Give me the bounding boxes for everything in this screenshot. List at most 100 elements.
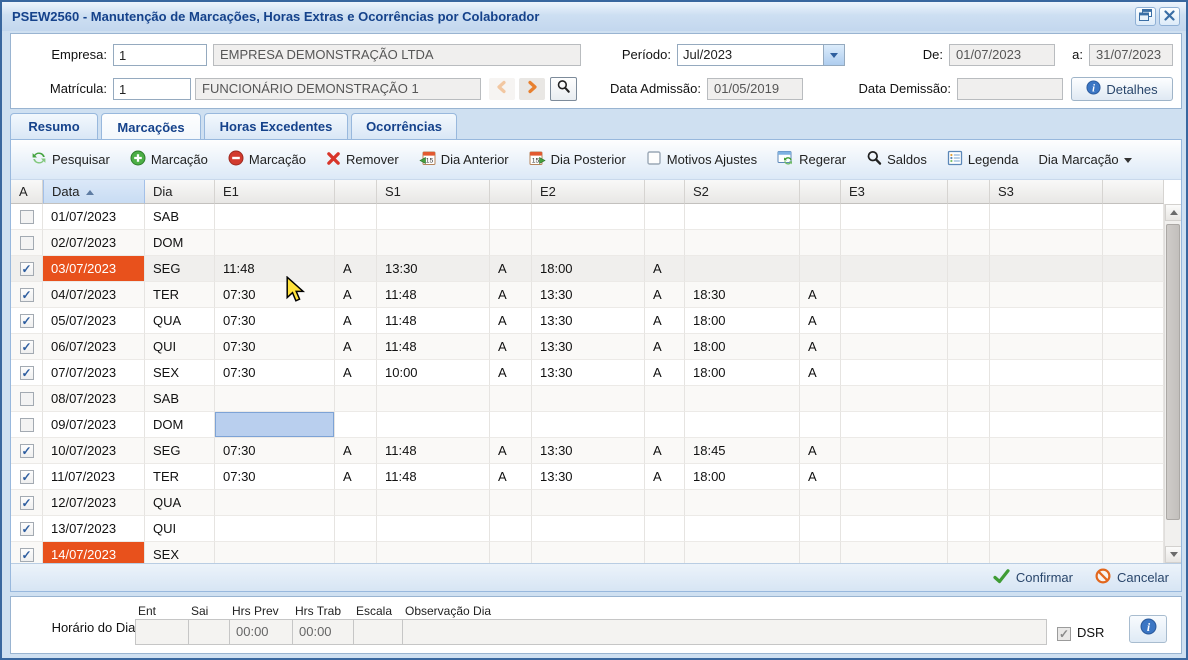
time-cell[interactable] bbox=[841, 386, 948, 412]
flag-cell[interactable] bbox=[948, 230, 990, 256]
time-cell[interactable]: 07:30 bbox=[215, 334, 335, 360]
flag-cell[interactable] bbox=[490, 230, 532, 256]
tab-horas-excedentes[interactable]: Horas Excedentes bbox=[204, 113, 348, 139]
restore-button[interactable] bbox=[1135, 7, 1156, 26]
flag-cell[interactable] bbox=[645, 542, 685, 563]
time-cell[interactable] bbox=[215, 386, 335, 412]
day-cell[interactable]: SEX bbox=[145, 542, 215, 563]
row-checkbox[interactable]: ✓ bbox=[20, 548, 34, 562]
time-cell[interactable] bbox=[685, 516, 800, 542]
time-cell[interactable]: 11:48 bbox=[377, 334, 490, 360]
flag-cell[interactable] bbox=[800, 542, 841, 563]
time-cell[interactable] bbox=[685, 542, 800, 563]
date-cell[interactable]: 09/07/2023 bbox=[43, 412, 145, 438]
remover-button[interactable]: Remover bbox=[316, 145, 409, 175]
flag-cell[interactable] bbox=[490, 516, 532, 542]
empresa-code-input[interactable] bbox=[113, 44, 207, 66]
date-cell[interactable]: 11/07/2023 bbox=[43, 464, 145, 490]
day-cell[interactable]: QUI bbox=[145, 334, 215, 360]
day-cell[interactable]: QUA bbox=[145, 490, 215, 516]
date-cell[interactable]: 03/07/2023 bbox=[43, 256, 145, 282]
day-cell[interactable]: QUA bbox=[145, 308, 215, 334]
flag-cell[interactable] bbox=[335, 230, 377, 256]
time-cell[interactable] bbox=[685, 490, 800, 516]
time-cell[interactable]: 07:30 bbox=[215, 360, 335, 386]
row-checkbox[interactable] bbox=[20, 392, 34, 406]
flag-cell[interactable] bbox=[800, 412, 841, 438]
time-cell[interactable] bbox=[377, 490, 490, 516]
flag-cell[interactable] bbox=[335, 204, 377, 230]
flag-cell[interactable] bbox=[645, 386, 685, 412]
flag-cell[interactable] bbox=[335, 490, 377, 516]
flag-cell[interactable]: A bbox=[335, 256, 377, 282]
flag-cell[interactable] bbox=[948, 412, 990, 438]
time-cell[interactable] bbox=[215, 490, 335, 516]
column-header-blank[interactable] bbox=[335, 180, 377, 204]
row-checkbox[interactable]: ✓ bbox=[20, 288, 34, 302]
time-cell[interactable] bbox=[841, 334, 948, 360]
flag-cell[interactable] bbox=[800, 230, 841, 256]
row-checkbox[interactable]: ✓ bbox=[20, 522, 34, 536]
time-cell[interactable] bbox=[532, 204, 645, 230]
date-cell[interactable]: 01/07/2023 bbox=[43, 204, 145, 230]
column-header-s1[interactable]: S1 bbox=[377, 180, 490, 204]
row-checkbox[interactable] bbox=[20, 236, 34, 250]
previous-employee-button[interactable] bbox=[489, 78, 515, 100]
flag-cell[interactable] bbox=[645, 204, 685, 230]
date-cell[interactable]: 02/07/2023 bbox=[43, 230, 145, 256]
time-cell[interactable] bbox=[990, 542, 1103, 563]
flag-cell[interactable] bbox=[948, 516, 990, 542]
time-cell[interactable]: 13:30 bbox=[377, 256, 490, 282]
row-checkbox[interactable]: ✓ bbox=[20, 366, 34, 380]
flag-cell[interactable]: A bbox=[800, 334, 841, 360]
detalhes-button[interactable]: i Detalhes bbox=[1071, 77, 1173, 101]
time-cell[interactable]: 18:00 bbox=[685, 360, 800, 386]
flag-cell[interactable] bbox=[490, 542, 532, 563]
column-header-blank[interactable] bbox=[490, 180, 532, 204]
time-cell[interactable]: 13:30 bbox=[532, 464, 645, 490]
flag-cell[interactable]: A bbox=[490, 308, 532, 334]
flag-cell[interactable]: A bbox=[800, 438, 841, 464]
time-cell[interactable] bbox=[215, 542, 335, 563]
column-header-blank[interactable] bbox=[948, 180, 990, 204]
flag-cell[interactable] bbox=[490, 490, 532, 516]
flag-cell[interactable]: A bbox=[800, 282, 841, 308]
flag-cell[interactable] bbox=[800, 386, 841, 412]
row-checkbox[interactable]: ✓ bbox=[20, 470, 34, 484]
time-cell[interactable] bbox=[990, 308, 1103, 334]
periodo-dropdown-button[interactable] bbox=[823, 45, 844, 65]
day-cell[interactable]: SEG bbox=[145, 438, 215, 464]
remover-marcacao-button[interactable]: Marcação bbox=[218, 145, 316, 175]
time-cell[interactable] bbox=[377, 204, 490, 230]
flag-cell[interactable]: A bbox=[645, 334, 685, 360]
time-cell[interactable]: 07:30 bbox=[215, 464, 335, 490]
tab-ocorrencias[interactable]: Ocorrências bbox=[351, 113, 457, 139]
flag-cell[interactable] bbox=[490, 386, 532, 412]
time-cell[interactable] bbox=[990, 464, 1103, 490]
flag-cell[interactable] bbox=[800, 490, 841, 516]
time-cell[interactable]: 18:00 bbox=[532, 256, 645, 282]
time-cell[interactable] bbox=[685, 256, 800, 282]
flag-cell[interactable]: A bbox=[490, 334, 532, 360]
day-cell[interactable]: DOM bbox=[145, 230, 215, 256]
time-cell[interactable] bbox=[377, 516, 490, 542]
time-cell[interactable]: 18:30 bbox=[685, 282, 800, 308]
flag-cell[interactable] bbox=[335, 412, 377, 438]
next-employee-button[interactable] bbox=[519, 78, 545, 100]
time-cell[interactable]: 11:48 bbox=[377, 438, 490, 464]
time-cell[interactable] bbox=[990, 360, 1103, 386]
time-cell[interactable] bbox=[532, 386, 645, 412]
flag-cell[interactable]: A bbox=[645, 360, 685, 386]
flag-cell[interactable]: A bbox=[645, 464, 685, 490]
time-cell[interactable] bbox=[841, 256, 948, 282]
time-cell[interactable]: 13:30 bbox=[532, 308, 645, 334]
time-cell[interactable]: 13:30 bbox=[532, 334, 645, 360]
time-cell[interactable]: 11:48 bbox=[377, 308, 490, 334]
time-cell[interactable] bbox=[990, 204, 1103, 230]
time-cell[interactable] bbox=[215, 204, 335, 230]
time-cell[interactable]: 13:30 bbox=[532, 282, 645, 308]
time-cell[interactable] bbox=[990, 490, 1103, 516]
time-cell[interactable] bbox=[532, 412, 645, 438]
adicionar-marcacao-button[interactable]: Marcação bbox=[120, 145, 218, 175]
flag-cell[interactable] bbox=[948, 490, 990, 516]
